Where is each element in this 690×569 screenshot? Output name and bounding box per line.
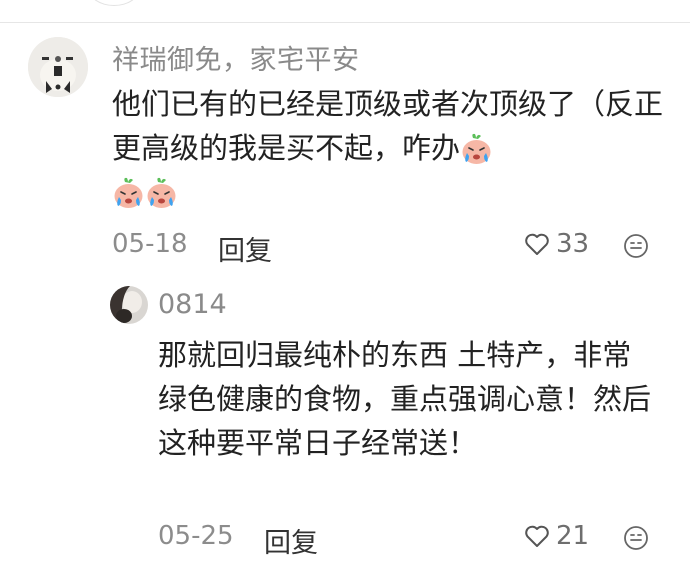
reply-button[interactable]: 回复 <box>218 229 272 268</box>
emoji-reaction-icon[interactable] <box>623 233 649 259</box>
like-button[interactable]: 21 <box>524 521 589 551</box>
emoji-reaction-icon[interactable] <box>623 525 649 551</box>
previous-item-avatar-edge <box>88 0 140 6</box>
comment-meta: 05-18 回复 33 <box>112 229 652 267</box>
comment-text: 那就回归最纯朴的东西 土特产，非常绿色健康的食物，重点强调心意！然后这种要平常日… <box>158 338 652 460</box>
comment-author[interactable]: 祥瑞御免，家宅平安 <box>112 38 360 77</box>
like-count: 21 <box>556 521 590 551</box>
comment-date: 05-18 <box>112 229 188 259</box>
comment-date: 05-25 <box>158 521 234 551</box>
like-button[interactable]: 33 <box>524 229 589 259</box>
avatar-image <box>28 37 88 97</box>
crying-emoji-icon <box>112 175 145 209</box>
comment-author[interactable]: 0814 <box>158 289 227 320</box>
comment-text: 他们已有的已经是顶级或者次顶级了（反正更高级的我是买不起，咋办 <box>112 82 672 214</box>
avatar-image <box>110 286 148 324</box>
crying-emoji-icon <box>460 131 493 165</box>
like-count: 33 <box>556 229 590 259</box>
avatar[interactable] <box>110 286 148 324</box>
reply-button[interactable]: 回复 <box>264 521 318 560</box>
section-divider <box>0 22 690 23</box>
avatar[interactable] <box>28 37 88 97</box>
heart-icon <box>525 525 549 547</box>
crying-emoji-icon <box>145 175 178 209</box>
comment-meta: 05-25 回复 21 <box>158 521 658 559</box>
heart-icon <box>525 233 549 255</box>
comment-text-content: 他们已有的已经是顶级或者次顶级了（反正更高级的我是买不起，咋办 <box>112 87 664 165</box>
